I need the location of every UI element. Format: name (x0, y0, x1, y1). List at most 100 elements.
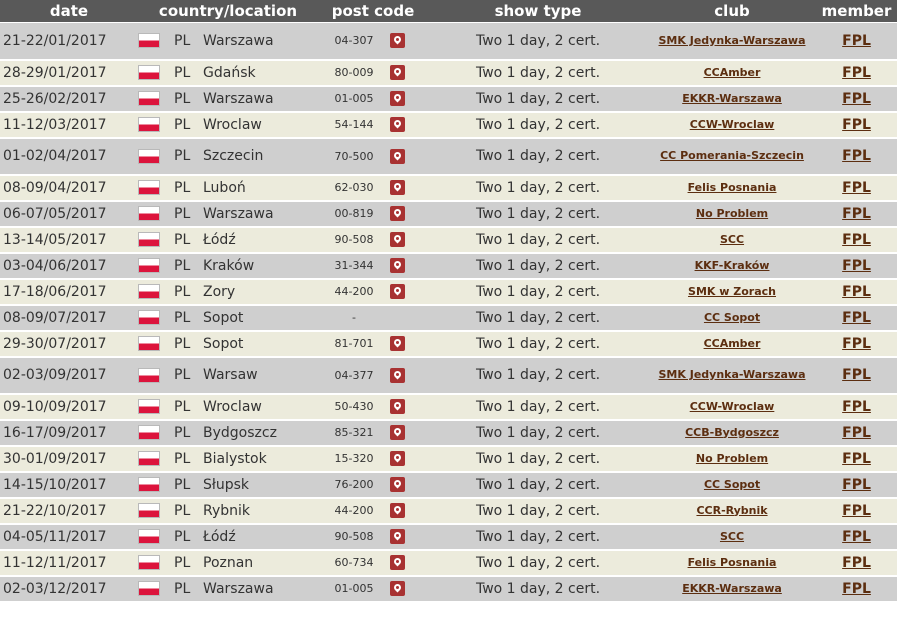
club-link[interactable]: No Problem (696, 207, 768, 220)
member-link[interactable]: FPL (842, 148, 871, 164)
club-link[interactable]: CC Sopot (704, 478, 760, 491)
member-cell: FPL (816, 174, 897, 202)
member-cell: FPL (816, 549, 897, 577)
map-pin-icon[interactable] (390, 529, 405, 544)
club-cell: EKKR-Warszawa (648, 85, 817, 113)
member-link[interactable]: FPL (842, 581, 871, 597)
club-link[interactable]: EKKR-Warszawa (682, 582, 782, 595)
member-cell: FPL (816, 252, 897, 280)
map-pin-icon[interactable] (390, 91, 405, 106)
map-pin-icon[interactable] (390, 284, 405, 299)
table-row: 13-14/05/2017 PL Łódź 90-508 Two 1 day, … (0, 226, 897, 254)
club-link[interactable]: CCW-Wroclaw (690, 400, 775, 413)
member-link[interactable]: FPL (842, 529, 871, 545)
member-link[interactable]: FPL (842, 284, 871, 300)
post-code: 00-819 (318, 200, 390, 228)
club-link[interactable]: CCAmber (704, 337, 761, 350)
member-link[interactable]: FPL (842, 232, 871, 248)
flag-cell (138, 200, 174, 228)
club-link[interactable]: CC Sopot (704, 311, 760, 324)
member-cell: FPL (816, 575, 897, 603)
map-pin-icon[interactable] (390, 477, 405, 492)
member-link[interactable]: FPL (842, 555, 871, 571)
city-name: Warsaw (203, 356, 318, 395)
club-link[interactable]: SMK Jedynka-Warszawa (659, 34, 806, 47)
member-link[interactable]: FPL (842, 117, 871, 133)
club-link[interactable]: SCC (720, 530, 744, 543)
club-link[interactable]: No Problem (696, 452, 768, 465)
member-link[interactable]: FPL (842, 91, 871, 107)
club-link[interactable]: KKF-Kraków (695, 259, 770, 272)
club-link[interactable]: CCAmber (704, 66, 761, 79)
club-cell: CCAmber (648, 59, 817, 87)
club-link[interactable]: CCR-Rybnik (696, 504, 767, 517)
club-link[interactable]: Felis Posnania (688, 181, 777, 194)
show-type: Two 1 day, 2 cert. (428, 59, 649, 87)
map-pin-icon[interactable] (390, 367, 405, 383)
club-link[interactable]: Felis Posnania (688, 556, 777, 569)
map-pin-icon[interactable] (390, 117, 405, 132)
club-cell: SCC (648, 523, 817, 551)
country-code: PL (174, 22, 203, 61)
club-link[interactable]: EKKR-Warszawa (682, 92, 782, 105)
map-pin-icon[interactable] (390, 555, 405, 570)
club-link[interactable]: CCB-Bydgoszcz (685, 426, 779, 439)
show-date: 11-12/03/2017 (0, 111, 138, 139)
club-cell: CCR-Rybnik (648, 497, 817, 525)
show-type: Two 1 day, 2 cert. (428, 549, 649, 577)
country-code: PL (174, 393, 203, 421)
show-type: Two 1 day, 2 cert. (428, 471, 649, 499)
member-link[interactable]: FPL (842, 310, 871, 326)
show-type: Two 1 day, 2 cert. (428, 278, 649, 306)
map-pin-icon[interactable] (390, 258, 405, 273)
map-pin-icon[interactable] (390, 180, 405, 195)
table-row: 02-03/12/2017 PL Warszawa 01-005 Two 1 d… (0, 575, 897, 603)
map-pin-icon[interactable] (390, 33, 405, 49)
member-link[interactable]: FPL (842, 180, 871, 196)
club-link[interactable]: CC Pomerania-Szczecin (660, 149, 804, 162)
club-link[interactable]: SMK w Zorach (688, 285, 776, 298)
table-row: 06-07/05/2017 PL Warszawa 00-819 Two 1 d… (0, 200, 897, 228)
show-date: 29-30/07/2017 (0, 330, 138, 358)
flag-cell (138, 252, 174, 280)
map-pin-icon[interactable] (390, 148, 405, 164)
map-pin-icon[interactable] (390, 206, 405, 221)
poland-flag-icon (138, 284, 160, 299)
club-cell: CCW-Wroclaw (648, 111, 817, 139)
show-date: 01-02/04/2017 (0, 137, 138, 176)
club-link[interactable]: CCW-Wroclaw (690, 118, 775, 131)
member-cell: FPL (816, 393, 897, 421)
map-pin-icon[interactable] (390, 232, 405, 247)
member-link[interactable]: FPL (842, 336, 871, 352)
member-link[interactable]: FPL (842, 367, 871, 383)
table-row: 11-12/11/2017 PL Poznan 60-734 Two 1 day… (0, 549, 897, 577)
member-link[interactable]: FPL (842, 425, 871, 441)
member-link[interactable]: FPL (842, 399, 871, 415)
map-pin-icon[interactable] (390, 451, 405, 466)
map-pin-cell (390, 575, 429, 603)
map-pin-icon[interactable] (390, 336, 405, 351)
member-link[interactable]: FPL (842, 258, 871, 274)
club-link[interactable]: SCC (720, 233, 744, 246)
country-code: PL (174, 85, 203, 113)
map-pin-icon[interactable] (390, 65, 405, 80)
flag-cell (138, 59, 174, 87)
post-code: 04-377 (318, 356, 390, 395)
map-pin-icon[interactable] (390, 425, 405, 440)
member-link[interactable]: FPL (842, 503, 871, 519)
member-link[interactable]: FPL (842, 477, 871, 493)
member-link[interactable]: FPL (842, 33, 871, 49)
member-link[interactable]: FPL (842, 65, 871, 81)
member-link[interactable]: FPL (842, 206, 871, 222)
map-pin-cell (390, 356, 429, 395)
show-type: Two 1 day, 2 cert. (428, 356, 649, 395)
member-link[interactable]: FPL (842, 451, 871, 467)
country-code: PL (174, 549, 203, 577)
table-row: 21-22/10/2017 PL Rybnik 44-200 Two 1 day… (0, 497, 897, 525)
map-pin-icon[interactable] (390, 399, 405, 414)
country-code: PL (174, 575, 203, 603)
map-pin-icon[interactable] (390, 581, 405, 596)
club-cell: Felis Posnania (648, 174, 817, 202)
map-pin-icon[interactable] (390, 503, 405, 518)
club-link[interactable]: SMK Jedynka-Warszawa (659, 368, 806, 381)
